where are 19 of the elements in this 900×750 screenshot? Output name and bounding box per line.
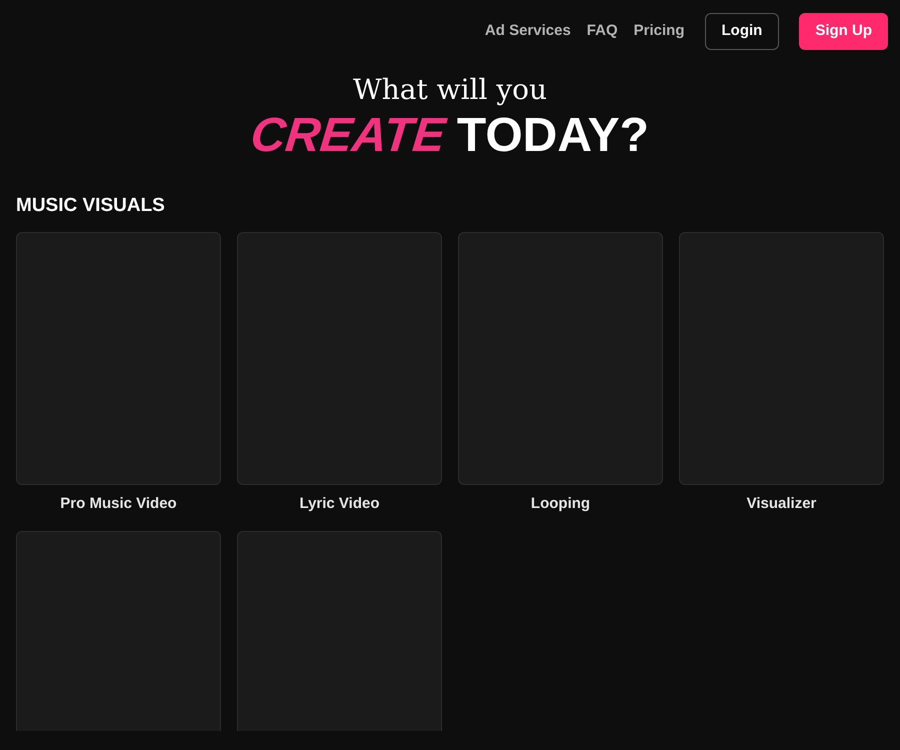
hero-heading-text: TODAY? xyxy=(456,108,649,164)
template-card[interactable] xyxy=(237,531,442,731)
section-heading: MUSIC VISUALS xyxy=(16,194,166,218)
hero-heading: What will you xyxy=(352,74,548,106)
hero-accent-text: CREATE xyxy=(248,108,448,164)
card-label: Lyric Video xyxy=(299,494,380,514)
login-button[interactable]: Login xyxy=(704,12,780,50)
template-card[interactable] xyxy=(458,232,663,484)
card-label: Pro Music Video xyxy=(60,494,177,514)
card-label: Looping xyxy=(530,494,590,514)
nav-link[interactable]: Ad Services xyxy=(484,20,571,42)
template-card[interactable] xyxy=(16,232,221,484)
sign-up-button[interactable]: Sign Up xyxy=(799,12,888,50)
nav-link[interactable]: FAQ xyxy=(586,20,618,42)
template-card[interactable] xyxy=(16,531,221,731)
template-card[interactable] xyxy=(679,232,884,484)
nav-link[interactable]: Pricing xyxy=(634,20,684,42)
card-label: Visualizer xyxy=(746,494,816,514)
template-card[interactable] xyxy=(237,232,442,484)
